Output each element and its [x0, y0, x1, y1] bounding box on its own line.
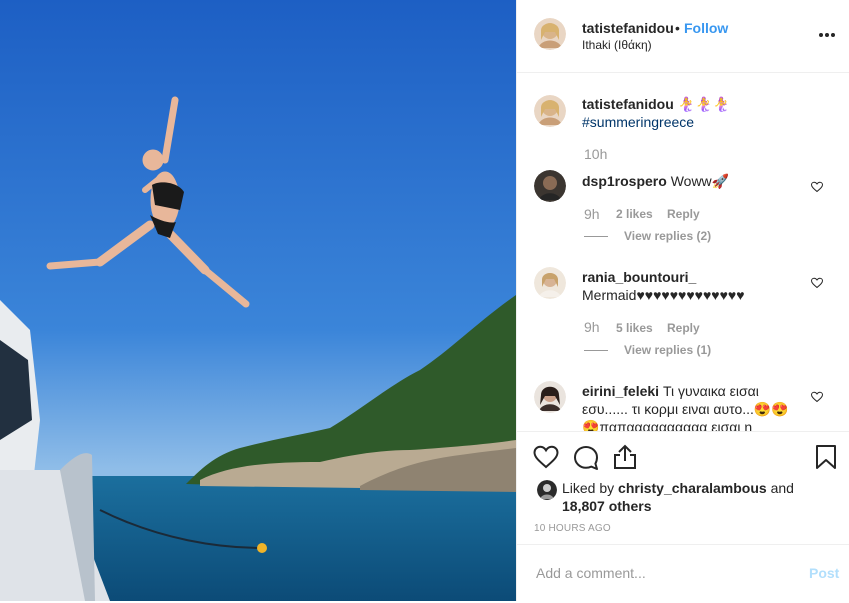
reply-button[interactable]: Reply	[667, 207, 700, 221]
view-replies-button[interactable]: View replies (2)	[624, 229, 711, 243]
reply-button[interactable]: Reply	[667, 321, 700, 335]
comment-time[interactable]: 9h	[584, 206, 600, 222]
view-replies-button[interactable]: View replies (1)	[624, 343, 711, 357]
share-icon[interactable]	[613, 444, 637, 475]
more-options-icon[interactable]	[817, 26, 837, 42]
comment-likes[interactable]: 5 likes	[616, 321, 653, 335]
comment-time[interactable]: 9h	[584, 319, 600, 335]
add-comment-section: Post	[517, 544, 849, 603]
post-location[interactable]: Ithaki (Ιθάκη)	[582, 38, 652, 52]
comment-likes[interactable]: 2 likes	[616, 207, 653, 221]
commenter-username[interactable]: rania_bountouri_	[582, 269, 696, 285]
add-comment-input[interactable]	[534, 561, 798, 585]
post-photo-image	[0, 0, 516, 601]
comment-text-line1: Τι γυναικα εισαι	[662, 383, 759, 399]
comment-text: Mermaid♥♥♥♥♥♥♥♥♥♥♥♥♥	[582, 287, 745, 303]
caption-avatar[interactable]	[534, 95, 566, 127]
commenter-avatar[interactable]	[534, 267, 566, 299]
caption-hashtag[interactable]: #summeringreece	[582, 114, 694, 130]
commenter-username[interactable]: eirini_feleki	[582, 383, 659, 399]
commenter-username[interactable]: dsp1rospero	[582, 173, 667, 189]
author-username[interactable]: tatistefanidou	[582, 20, 674, 36]
comment-like-heart-icon[interactable]	[810, 276, 824, 289]
comment-like-heart-icon[interactable]	[810, 390, 824, 403]
bookmark-icon[interactable]	[815, 444, 837, 475]
likes-joiner: and	[770, 480, 794, 496]
comment-text: Woww🚀	[670, 173, 730, 189]
caption-username[interactable]: tatistefanidou	[582, 96, 674, 112]
header-separator: •	[675, 20, 680, 36]
likes-count[interactable]: 18,807 others	[562, 498, 652, 514]
comment-text-line2: εσυ...... τι κορμι ειναι αυτο...😍😍	[582, 401, 789, 417]
comment-like-heart-icon[interactable]	[810, 180, 824, 193]
view-replies-line	[584, 236, 608, 237]
liker-username[interactable]: christy_charalambous	[618, 480, 767, 496]
post-timestamp[interactable]: 10 HOURS AGO	[534, 523, 611, 534]
author-avatar[interactable]	[534, 18, 566, 50]
post-header: tatistefanidou • Follow Ithaki (Ιθάκη)	[517, 0, 849, 73]
likes-summary: Liked by christy_charalambous and 18,807…	[562, 479, 832, 515]
likes-prefix: Liked by	[562, 480, 615, 496]
liker-avatar[interactable]	[537, 480, 557, 500]
view-replies-line	[584, 350, 608, 351]
commenter-avatar[interactable]	[534, 381, 566, 413]
comment-icon[interactable]	[573, 445, 599, 476]
caption-emojis: 🧜‍♀️🧜‍♀️🧜‍♀️	[677, 96, 730, 112]
post-comment-button[interactable]: Post	[809, 565, 839, 581]
post-actions: Liked by christy_charalambous and 18,807…	[517, 431, 849, 602]
instagram-post-modal: tatistefanidou • Follow Ithaki (Ιθάκη) t…	[0, 0, 849, 601]
follow-button[interactable]: Follow	[684, 20, 728, 36]
comments-list[interactable]: tatistefanidou 🧜‍♀️🧜‍♀️🧜‍♀️ #summeringre…	[517, 73, 849, 431]
comment-text-line3: 😍παπαααααααααα εισαι η	[582, 419, 753, 431]
post-photo[interactable]	[0, 0, 516, 601]
heart-icon[interactable]	[533, 445, 559, 474]
post-side-panel: tatistefanidou • Follow Ithaki (Ιθάκη) t…	[516, 0, 849, 601]
caption-time[interactable]: 10h	[584, 146, 607, 162]
commenter-avatar[interactable]	[534, 170, 566, 202]
